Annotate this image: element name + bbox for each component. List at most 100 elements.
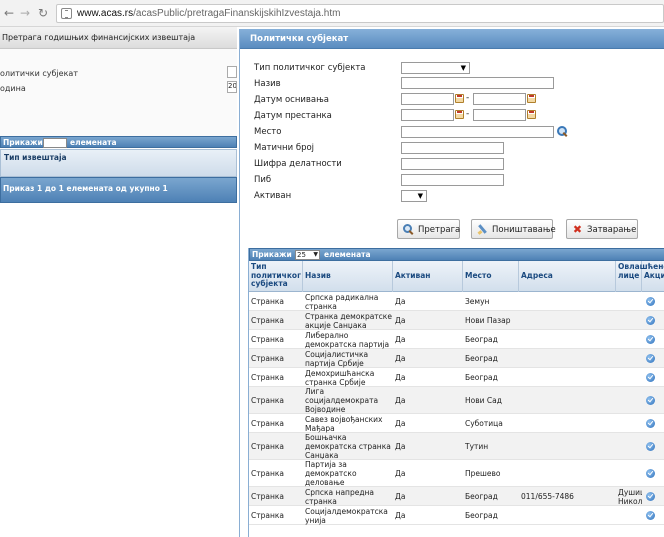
search-icon bbox=[403, 224, 414, 235]
year-input[interactable]: 20 bbox=[227, 81, 237, 93]
founded-to-input[interactable] bbox=[473, 93, 526, 105]
select-check-icon[interactable] bbox=[646, 335, 655, 344]
cell-address bbox=[519, 414, 616, 433]
calendar-icon[interactable] bbox=[527, 94, 536, 103]
reset-button[interactable]: Поништавање bbox=[471, 219, 556, 239]
table-row[interactable]: Странка Српска напредна странка Да Београд 0… bbox=[249, 487, 664, 506]
pib-label: Пиб bbox=[254, 175, 272, 185]
table-row[interactable]: Странка Савез војвођанских Мађара Да Суботи… bbox=[249, 414, 664, 433]
cell-place: Београд bbox=[465, 511, 498, 520]
cell-active: Да bbox=[395, 419, 406, 428]
dialog-titlebar[interactable]: Политички субјекат bbox=[240, 29, 664, 49]
political-subject-dialog: Политички субјекат Тип политичког субјек… bbox=[239, 29, 664, 537]
close-button[interactable]: ✖ Затварање bbox=[566, 219, 638, 239]
table-row[interactable]: Странка Социјалдемократска унија Да Београд bbox=[249, 506, 664, 525]
chevron-down-icon: ▼ bbox=[60, 139, 65, 146]
select-check-icon[interactable] bbox=[646, 492, 655, 501]
cell-place: Београд bbox=[465, 354, 498, 363]
activity-code-input[interactable] bbox=[401, 158, 504, 170]
select-check-icon[interactable] bbox=[646, 396, 655, 405]
cell-place: Нови Сад bbox=[465, 396, 502, 405]
left-grid-header[interactable]: Тип извештаја bbox=[0, 149, 237, 177]
table-row[interactable]: Странка Социјалистичка партија Србије Да Бе… bbox=[249, 349, 664, 368]
show-label: Прикажи bbox=[3, 138, 43, 147]
select-check-icon[interactable] bbox=[646, 511, 655, 520]
cell-address bbox=[519, 292, 616, 311]
dialog-title: Политички субјекат bbox=[250, 34, 349, 44]
cell-address bbox=[519, 460, 616, 487]
cell-type: Странка bbox=[251, 354, 284, 363]
search-button[interactable]: Претрага bbox=[397, 219, 460, 239]
calendar-icon[interactable] bbox=[455, 110, 464, 119]
table-row[interactable]: Странка Партија за демократско деловање Да… bbox=[249, 460, 664, 487]
cell-active: Да bbox=[395, 469, 406, 478]
column-address[interactable]: Адреса bbox=[519, 261, 616, 292]
table-row[interactable]: Странка Лига социјалдемократа Војводине Да… bbox=[249, 387, 664, 414]
cell-type: Странка bbox=[251, 469, 284, 478]
select-check-icon[interactable] bbox=[646, 373, 655, 382]
column-authorized-person[interactable]: Овлашћено лице bbox=[616, 261, 664, 292]
column-type[interactable]: Тип политичког субјекта bbox=[249, 261, 303, 292]
cell-person bbox=[616, 292, 642, 311]
cell-person bbox=[616, 330, 642, 349]
elements-label: елемената bbox=[324, 250, 371, 259]
name-input[interactable] bbox=[401, 77, 554, 89]
page-size-select[interactable]: 25 ▼ bbox=[295, 250, 320, 260]
type-select[interactable]: ▼ bbox=[401, 62, 470, 74]
select-check-icon[interactable] bbox=[646, 419, 655, 428]
cell-address bbox=[519, 433, 616, 460]
subject-label: олитички субјекат bbox=[0, 69, 78, 78]
select-check-icon[interactable] bbox=[646, 354, 655, 363]
cell-name: Српска напредна странка bbox=[305, 487, 374, 506]
range-dash: - bbox=[466, 93, 470, 103]
elements-label: елемената bbox=[70, 138, 117, 147]
left-panel-header: Претрага годишњих финансијских извештаја bbox=[0, 27, 237, 49]
back-arrow-icon[interactable]: ← bbox=[2, 6, 16, 20]
grid-header: Тип политичког субјекта Назив Активан Место… bbox=[249, 261, 664, 292]
cell-place: Београд bbox=[465, 373, 498, 382]
founded-from-input[interactable] bbox=[401, 93, 454, 105]
cell-type: Странка bbox=[251, 511, 284, 520]
pib-input[interactable] bbox=[401, 174, 504, 186]
ended-from-input[interactable] bbox=[401, 109, 454, 121]
cell-type: Странка bbox=[251, 419, 284, 428]
place-input[interactable] bbox=[401, 126, 554, 138]
column-name[interactable]: Назив bbox=[303, 261, 393, 292]
column-active[interactable]: Активан bbox=[393, 261, 463, 292]
select-check-icon[interactable] bbox=[646, 469, 655, 478]
cell-address: 011/655-7486 bbox=[521, 492, 574, 501]
cell-address bbox=[519, 368, 616, 387]
table-row[interactable]: Странка Либерално демократска партија Да Бе… bbox=[249, 330, 664, 349]
table-row[interactable]: Странка Демохришћанска странка Србије Да Бе… bbox=[249, 368, 664, 387]
cell-type: Странка bbox=[251, 442, 284, 451]
table-row[interactable]: Странка Бошњачка демократска странка Санџ… bbox=[249, 433, 664, 460]
forward-arrow-icon[interactable]: → bbox=[18, 6, 32, 20]
select-check-icon[interactable] bbox=[646, 297, 655, 306]
table-row[interactable]: Странка Српска радикална странка Да Земун bbox=[249, 292, 664, 311]
search-icon[interactable] bbox=[557, 126, 568, 137]
reload-icon[interactable]: ↻ bbox=[36, 6, 50, 20]
address-bar[interactable]: www.acas.rs/acasPublic/pretragaFinanskij… bbox=[56, 4, 664, 23]
cell-type: Странка bbox=[251, 297, 284, 306]
calendar-icon[interactable] bbox=[455, 94, 464, 103]
year-label: одина bbox=[0, 84, 26, 93]
column-place[interactable]: Место bbox=[463, 261, 519, 292]
table-row[interactable]: Странка Странка демократске акције Санџак… bbox=[249, 311, 664, 330]
reg-no-label: Матични број bbox=[254, 143, 315, 153]
cell-name: Демохришћанска странка Србије bbox=[305, 368, 375, 387]
column-actions[interactable]: Акци bbox=[642, 261, 664, 292]
subject-input[interactable] bbox=[227, 66, 237, 78]
select-check-icon[interactable] bbox=[646, 442, 655, 451]
left-page-size-select[interactable]: 10 ▼ bbox=[43, 138, 67, 149]
place-label: Место bbox=[254, 127, 282, 137]
reg-no-input[interactable] bbox=[401, 142, 504, 154]
select-check-icon[interactable] bbox=[646, 316, 655, 325]
chevron-down-icon: ▼ bbox=[313, 251, 318, 258]
calendar-icon[interactable] bbox=[527, 110, 536, 119]
cell-name: Социјалдемократска унија bbox=[305, 506, 388, 525]
cell-person bbox=[616, 368, 642, 387]
cell-name: Савез војвођанских Мађара bbox=[305, 414, 383, 433]
active-select[interactable]: ▼ bbox=[401, 190, 427, 202]
cell-active: Да bbox=[395, 297, 406, 306]
ended-to-input[interactable] bbox=[473, 109, 526, 121]
